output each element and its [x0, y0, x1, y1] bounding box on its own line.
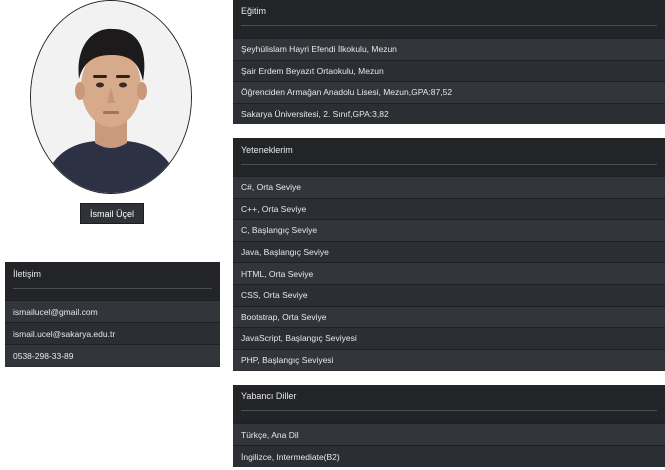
education-card: Eğitim Şeyhülislam Hayri Efendi İlkokulu… — [233, 0, 665, 124]
profile-photo — [30, 0, 192, 194]
list-item: PHP, Başlangıç Seviyesi — [233, 348, 665, 371]
name-badge[interactable]: İsmail Üçel — [80, 203, 144, 224]
contact-card: İletişim ismailucel@gmail.com ismail.uce… — [5, 262, 220, 367]
list-item: JavaScript, Başlangıç Seviyesi — [233, 327, 665, 349]
languages-card-header: Yabancı Diller — [233, 385, 665, 423]
list-item: C#, Orta Seviye — [233, 176, 665, 198]
education-card-title: Eğitim — [241, 6, 267, 16]
list-item: Java, Başlangıç Seviye — [233, 240, 665, 263]
list-item: HTML, Orta Seviye — [233, 262, 665, 284]
list-item: C++, Orta Seviye — [233, 197, 665, 220]
contact-card-title: İletişim — [13, 269, 42, 279]
skills-card: Yeteneklerim C#, Orta Seviye C++, Orta S… — [233, 138, 665, 371]
list-item: İngilizce, Intermediate(B2) — [233, 445, 665, 467]
education-list: Şeyhülislam Hayri Efendi İlkokulu, Mezun… — [233, 38, 665, 124]
skills-card-header: Yeteneklerim — [233, 138, 665, 176]
profile-photo-wrapper — [30, 0, 194, 194]
header-divider — [241, 410, 657, 411]
contact-card-header: İletişim — [5, 262, 220, 300]
contact-email-primary[interactable]: ismailucel@gmail.com — [5, 300, 220, 322]
profile-portrait-icon — [31, 1, 191, 193]
education-card-header: Eğitim — [233, 0, 665, 38]
list-item: Öğrenciden Armağan Anadolu Lisesi, Mezun… — [233, 81, 665, 103]
languages-card: Yabancı Diller Türkçe, Ana Dil İngilizce… — [233, 385, 665, 467]
list-item: Şair Erdem Beyazıt Ortaokulu, Mezun — [233, 59, 665, 81]
header-divider — [13, 288, 212, 289]
header-divider — [241, 25, 657, 26]
contact-email-school[interactable]: ismail.ucel@sakarya.edu.tr — [5, 322, 220, 344]
list-item: CSS, Orta Seviye — [233, 283, 665, 306]
contact-list: ismailucel@gmail.com ismail.ucel@sakarya… — [5, 300, 220, 366]
contact-phone[interactable]: 0538-298-33-89 — [5, 344, 220, 366]
list-item: Şeyhülislam Hayri Efendi İlkokulu, Mezun — [233, 38, 665, 60]
header-divider — [241, 164, 657, 165]
skills-card-title: Yeteneklerim — [241, 145, 293, 155]
list-item: Türkçe, Ana Dil — [233, 423, 665, 445]
list-item: Bootstrap, Orta Seviye — [233, 305, 665, 328]
list-item: Sakarya Üniversitesi, 2. Sınıf,GPA:3,82 — [233, 102, 665, 124]
list-item: C, Başlangıç Seviye — [233, 219, 665, 241]
languages-list: Türkçe, Ana Dil İngilizce, Intermediate(… — [233, 423, 665, 467]
languages-card-title: Yabancı Diller — [241, 391, 297, 401]
skills-list: C#, Orta Seviye C++, Orta Seviye C, Başl… — [233, 176, 665, 371]
